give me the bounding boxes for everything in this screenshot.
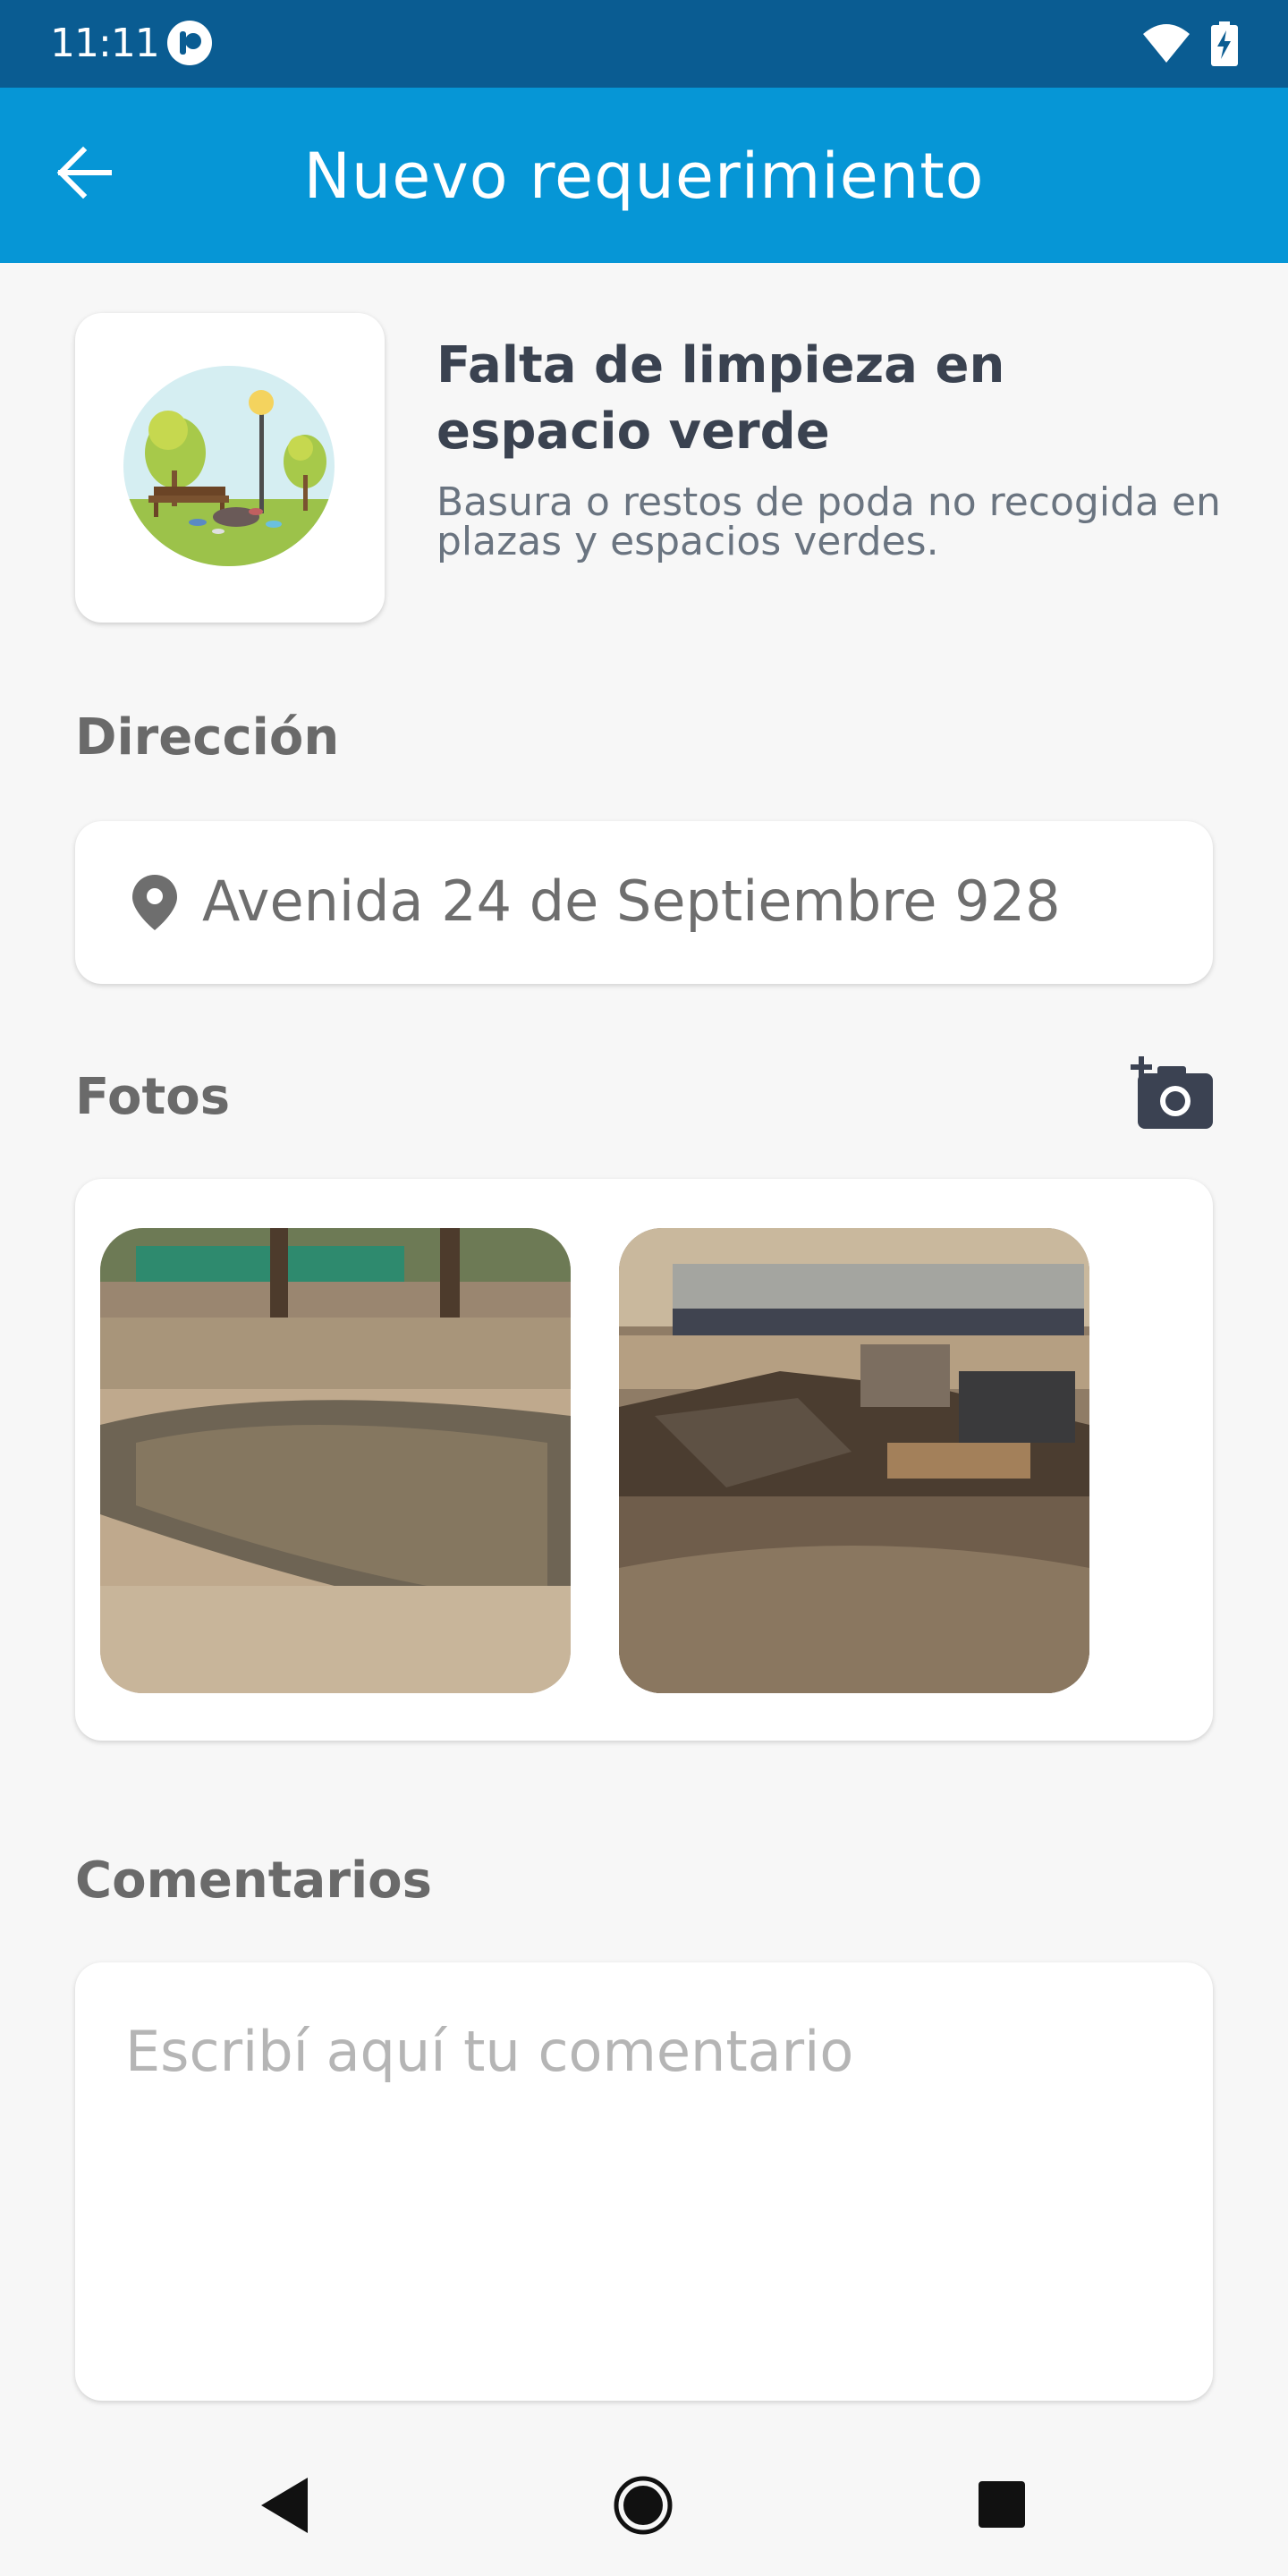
nav-home-icon[interactable] [614, 2476, 673, 2535]
wifi-icon [1143, 24, 1190, 63]
photo-thumbnail[interactable] [100, 1228, 571, 1693]
comment-textarea[interactable]: Escribí aquí tu comentario [75, 1962, 1213, 2401]
photo-thumbnail[interactable] [619, 1228, 1089, 1693]
page-title: Nuevo requerimiento [303, 140, 985, 213]
nav-back-icon[interactable] [258, 2474, 311, 2537]
status-time: 11:11 [50, 21, 160, 66]
photos-card [75, 1179, 1213, 1741]
address-field[interactable]: Avenida 24 de Septiembre 928 [75, 821, 1213, 984]
nav-recents-icon[interactable] [977, 2479, 1027, 2529]
location-pin-icon [132, 875, 177, 930]
park-with-trash-illustration [123, 366, 335, 566]
comment-placeholder: Escribí aquí tu comentario [125, 2019, 854, 2084]
address-value: Avenida 24 de Septiembre 928 [202, 869, 1061, 934]
battery-charging-icon [1211, 21, 1238, 66]
app-notification-icon [167, 21, 212, 65]
photo-debris-pile-in-park [619, 1228, 1089, 1693]
photo-puddle-in-park [100, 1228, 571, 1693]
system-nav-bar [0, 2442, 1288, 2576]
photos-label: Fotos [75, 1068, 231, 1126]
add-photo-camera-icon[interactable] [1131, 1055, 1215, 1132]
app-bar: Nuevo requerimiento [0, 88, 1288, 263]
category-card [75, 313, 385, 623]
address-label: Dirección [75, 708, 340, 767]
category-title: Falta de limpieza en espacio verde [436, 336, 1005, 461]
comments-label: Comentarios [75, 1852, 432, 1910]
status-bar: 11:11 [0, 0, 1288, 88]
category-description: Basura o restos de poda no recogida en p… [436, 479, 1221, 564]
